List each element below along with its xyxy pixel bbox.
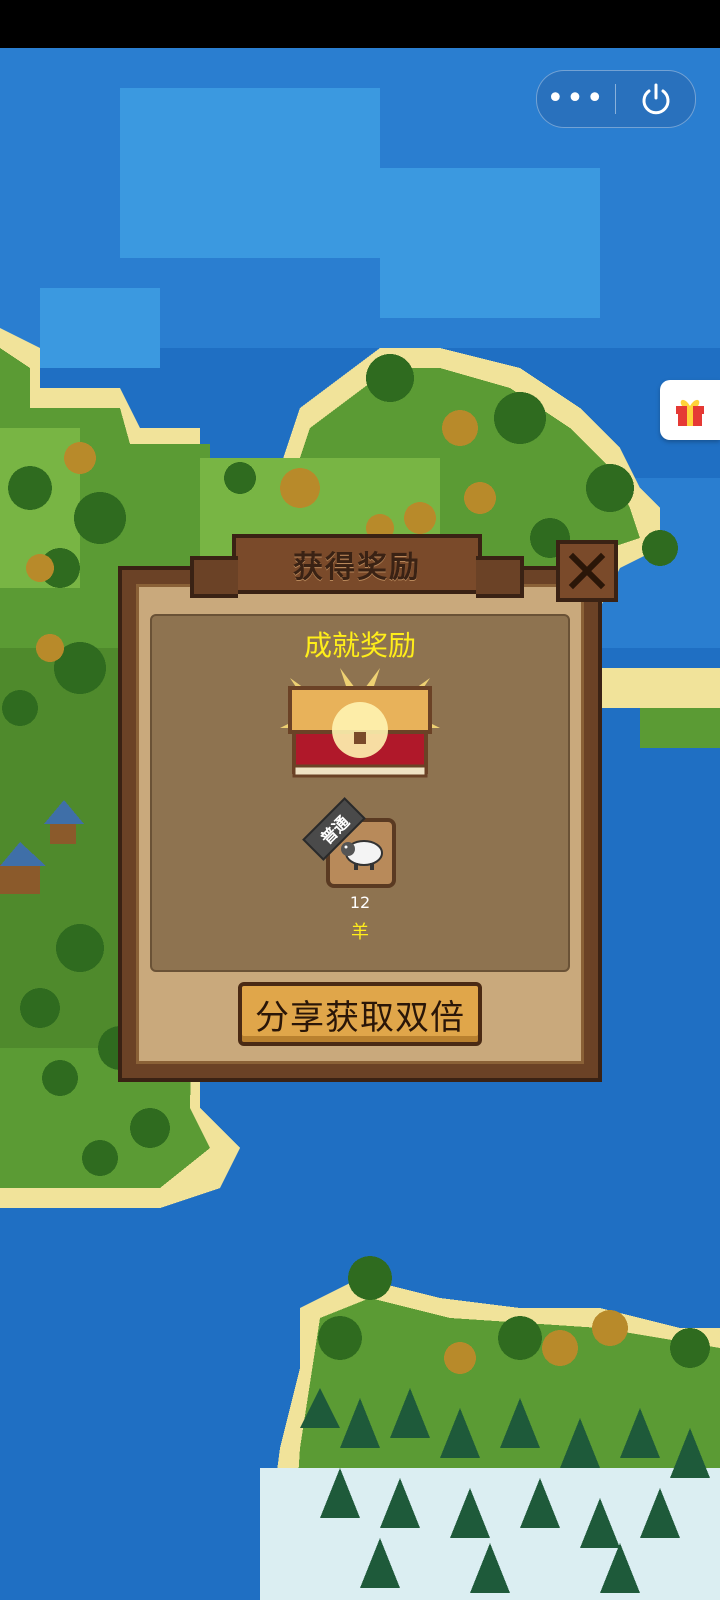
share-button-label: 分享获取双倍 — [255, 997, 465, 1038]
status-bar — [0, 0, 720, 48]
exit-button[interactable] — [616, 82, 695, 116]
dialog-header: 获得奖励 — [190, 534, 524, 598]
share-double-button[interactable]: 分享获取双倍 — [238, 982, 482, 1046]
more-button[interactable]: ••• — [537, 71, 615, 127]
glowing-treasure-chest-icon — [280, 668, 440, 778]
power-icon — [642, 83, 669, 115]
gift-button[interactable] — [660, 380, 720, 440]
item-name: 羊 — [351, 922, 369, 943]
close-button[interactable] — [556, 540, 618, 602]
miniprogram-capsule: ••• — [536, 70, 696, 128]
dialog-title: 获得奖励 — [293, 550, 421, 585]
reward-subtitle: 成就奖励 — [303, 629, 416, 662]
close-x-icon — [568, 552, 606, 590]
gift-icon — [676, 399, 704, 426]
item-count: 12 — [349, 893, 371, 912]
